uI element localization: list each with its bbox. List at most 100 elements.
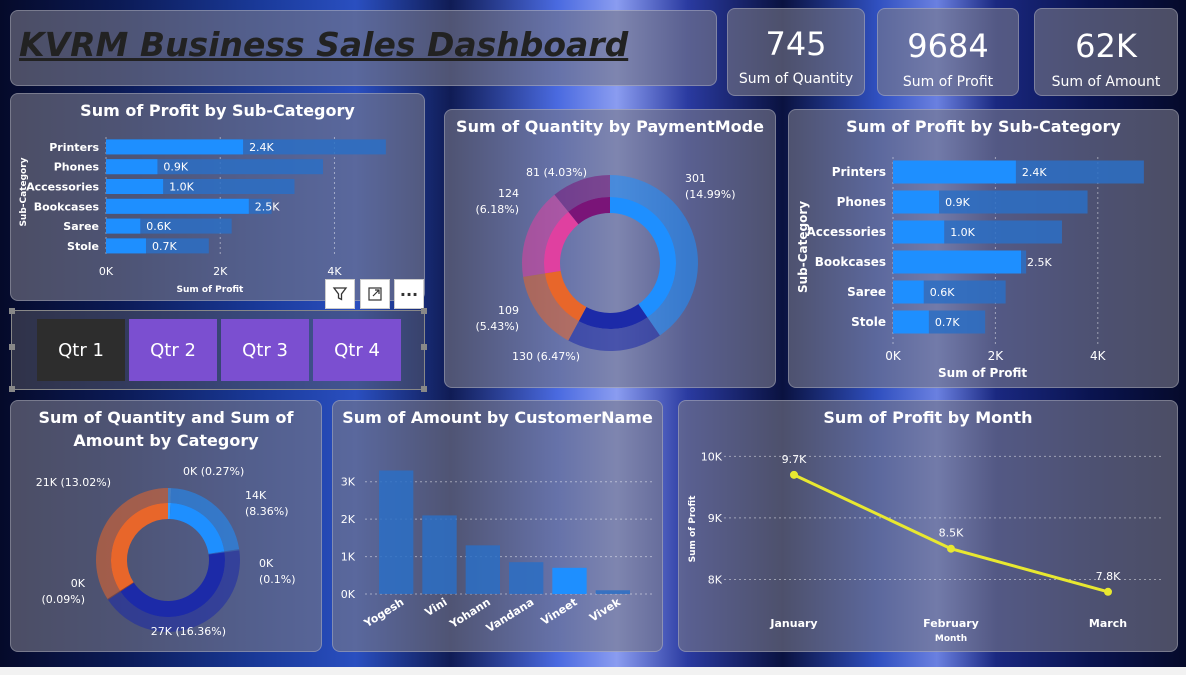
slice-label: 301 bbox=[685, 172, 706, 185]
y-tick-label: 9K bbox=[708, 512, 723, 525]
slice-label: 0K bbox=[259, 557, 274, 570]
slice-label: 27K (16.36%) bbox=[151, 625, 226, 638]
chart-quantity-paymentmode[interactable]: Sum of Quantity by PaymentMode 301 (14.99… bbox=[444, 109, 776, 388]
bar bbox=[893, 250, 1021, 274]
category-label: Saree bbox=[847, 285, 886, 299]
bar bbox=[893, 160, 1016, 184]
x-tick-label: 0K bbox=[885, 349, 902, 363]
slice-label: (5.43%) bbox=[475, 320, 519, 333]
slice-label: (8.36%) bbox=[245, 505, 289, 518]
data-point bbox=[790, 470, 798, 479]
slice-label: 0K (0.27%) bbox=[183, 465, 244, 478]
category-label: Accessories bbox=[807, 225, 887, 239]
hbar-chart-small: 0K 2K 4K Printers 2.4K Phones 0.9K Accessories 1… bbox=[19, 137, 386, 295]
bar bbox=[552, 567, 587, 594]
resize-handle[interactable] bbox=[9, 386, 15, 392]
data-label: 9.7K bbox=[782, 453, 807, 466]
category-label: Saree bbox=[63, 220, 99, 233]
category-label: Phones bbox=[54, 161, 100, 174]
bar bbox=[465, 545, 500, 594]
data-label: 0.7K bbox=[935, 316, 960, 329]
x-tick-label: 2K bbox=[988, 349, 1005, 363]
bar bbox=[106, 139, 244, 155]
category-label: Bookcases bbox=[815, 255, 886, 269]
resize-handle[interactable] bbox=[9, 344, 15, 350]
dashboard-title: KVRM Business Sales Dashboard bbox=[19, 25, 629, 64]
kpi-value: 745 bbox=[765, 25, 827, 63]
data-label: 2.5K bbox=[255, 200, 280, 213]
data-label: 2.4K bbox=[1022, 166, 1047, 179]
chart-amount-customer[interactable]: Sum of Amount by CustomerName 0K 1K 2K 3K Yo… bbox=[332, 400, 663, 652]
category-label: Stole bbox=[67, 240, 99, 253]
x-axis-label: Sum of Profit bbox=[177, 285, 245, 295]
data-point bbox=[1104, 587, 1112, 596]
y-tick-label: 0K bbox=[341, 588, 356, 601]
resize-handle[interactable] bbox=[421, 344, 427, 350]
slice-label: 14K bbox=[245, 489, 267, 502]
slice-label: 109 bbox=[498, 304, 519, 317]
chart-profit-subcategory-large[interactable]: Sum of Profit by Sub-Category 0K 2K 4K Prin… bbox=[788, 109, 1179, 388]
resize-handle[interactable] bbox=[421, 386, 427, 392]
slicer-qtr-3[interactable]: Qtr 3 bbox=[221, 319, 309, 381]
more-options-button[interactable]: ··· bbox=[394, 279, 424, 309]
category-label: Printers bbox=[49, 141, 99, 154]
y-tick-label: 3K bbox=[341, 476, 356, 489]
x-tick-label: Vandana bbox=[484, 596, 536, 635]
bar bbox=[893, 220, 945, 244]
kpi-card-profit: 9684 Sum of Profit bbox=[877, 8, 1019, 96]
slice-label: 81 (4.03%) bbox=[526, 166, 587, 179]
slicer-qtr-4[interactable]: Qtr 4 bbox=[313, 319, 401, 381]
slicer-qtr-1[interactable]: Qtr 1 bbox=[37, 319, 125, 381]
data-label: 0.6K bbox=[146, 220, 171, 233]
slice-label: 21K (13.02%) bbox=[36, 476, 111, 489]
kpi-value: 62K bbox=[1075, 27, 1137, 65]
resize-handle[interactable] bbox=[9, 308, 15, 314]
x-tick-label: 2K bbox=[213, 265, 228, 278]
bar bbox=[106, 238, 146, 254]
slice-label: 124 bbox=[498, 187, 519, 200]
data-label: 1.0K bbox=[169, 181, 194, 194]
filter-icon[interactable] bbox=[325, 279, 355, 309]
slice-label: (0.09%) bbox=[41, 593, 85, 606]
data-label: 0.9K bbox=[163, 161, 188, 174]
resize-handle[interactable] bbox=[421, 308, 427, 314]
kpi-card-amount: 62K Sum of Amount bbox=[1034, 8, 1178, 96]
bar bbox=[893, 310, 929, 334]
line-chart-month: 8K 9K 10K 9.7K January 8.5K February 7.8K March M… bbox=[688, 450, 1164, 644]
x-tick-label: Vivek bbox=[587, 595, 623, 624]
data-label: 7.8K bbox=[1096, 570, 1121, 583]
x-tick-label: Vini bbox=[423, 596, 450, 620]
y-axis-label: Sub-Category bbox=[19, 157, 29, 226]
kpi-label: Sum of Quantity bbox=[738, 71, 854, 87]
x-tick-label: March bbox=[1089, 617, 1127, 630]
x-tick-label: Yogesh bbox=[361, 596, 406, 631]
chart-profit-month[interactable]: Sum of Profit by Month 8K 9K 10K 9.7K Januar… bbox=[678, 400, 1178, 652]
category-label: Phones bbox=[837, 195, 886, 209]
title-panel: KVRM Business Sales Dashboard bbox=[10, 10, 717, 86]
slice-label: (0.1%) bbox=[259, 573, 296, 586]
x-tick-label: Vineet bbox=[539, 596, 580, 628]
focus-mode-icon[interactable] bbox=[360, 279, 390, 309]
chart-profit-subcategory-small[interactable]: Sum of Profit by Sub-Category 0K 2K 4K Prin… bbox=[10, 93, 425, 301]
kpi-card-quantity: 745 Sum of Quantity bbox=[727, 8, 865, 96]
slicer-qtr-2[interactable]: Qtr 2 bbox=[129, 319, 217, 381]
bar bbox=[106, 198, 249, 214]
x-tick-label: 4K bbox=[327, 265, 342, 278]
chart-qty-amount-category[interactable]: Sum of Quantity and Sum of Amount by Cat… bbox=[10, 400, 322, 652]
data-point bbox=[947, 544, 955, 553]
bar bbox=[509, 562, 544, 594]
category-label: Printers bbox=[832, 165, 886, 179]
data-label: 2.5K bbox=[1027, 256, 1052, 269]
bar bbox=[893, 280, 924, 304]
y-tick-label: 2K bbox=[341, 513, 356, 526]
data-label: 1.0K bbox=[950, 226, 975, 239]
kpi-value: 9684 bbox=[907, 27, 989, 65]
vbar-chart-customer: 0K1K2K3KYogesh ViniYohannVandana Vineet Viv… bbox=[341, 470, 653, 635]
y-tick-label: 8K bbox=[708, 573, 723, 586]
x-axis-label: Sum of Profit bbox=[938, 366, 1027, 380]
slice-label: 0K bbox=[71, 577, 86, 590]
bar bbox=[893, 190, 940, 214]
bar bbox=[379, 470, 414, 594]
donut-chart-category: 0K (0.27%)14K (8.36%) 0K (0.1%) 27K (16.36%)… bbox=[36, 465, 296, 638]
data-label: 0.9K bbox=[945, 196, 970, 209]
